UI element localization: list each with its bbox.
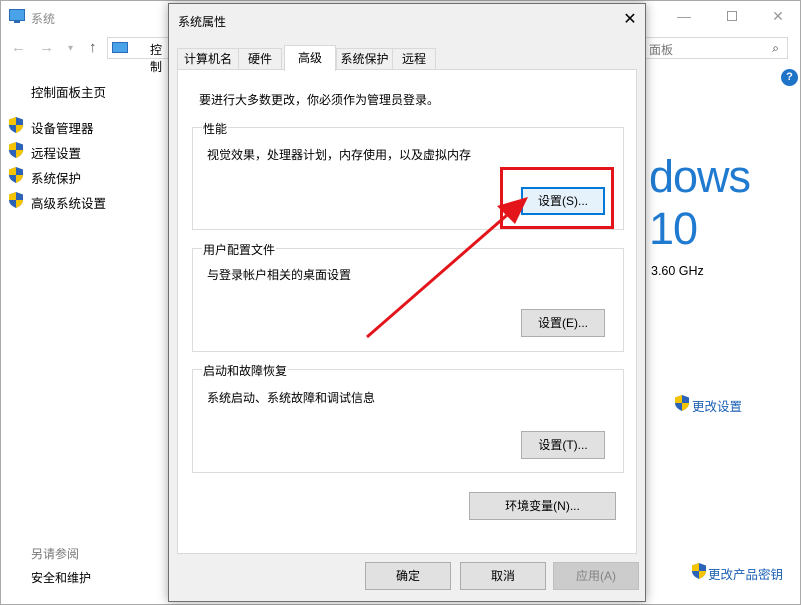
search-placeholder: 面板 <box>649 43 674 57</box>
performance-description: 视觉效果，处理器计划，内存使用，以及虚拟内存 <box>207 148 472 162</box>
search-icon: ⌕ <box>772 41 779 55</box>
uac-shield-icon <box>9 167 23 183</box>
sidebar-item-label: 系统保护 <box>31 172 82 186</box>
admin-notice: 要进行大多数更改，你必须作为管理员登录。 <box>199 93 440 107</box>
startup-recovery-group: 启动和故障恢复 系统启动、系统故障和调试信息 设置(T)... <box>192 362 624 473</box>
back-arrow-icon[interactable]: ← <box>11 39 26 56</box>
startup-recovery-title: 启动和故障恢复 <box>202 362 289 379</box>
advanced-tab-panel: 要进行大多数更改，你必须作为管理员登录。 性能 视觉效果，处理器计划，内存使用，… <box>177 69 637 554</box>
up-arrow-icon[interactable]: ↑ <box>89 39 97 56</box>
tab-advanced[interactable]: 高级 <box>284 45 336 71</box>
uac-shield-icon <box>9 192 23 208</box>
sidebar-item-label: 高级系统设置 <box>31 197 107 211</box>
ok-button[interactable]: 确定 <box>365 562 451 590</box>
uac-shield-icon <box>675 395 689 411</box>
tab-remote[interactable]: 远程 <box>392 48 436 70</box>
performance-title: 性能 <box>202 120 229 137</box>
security-maintenance-link[interactable]: 安全和维护 <box>31 569 91 586</box>
user-profiles-settings-button[interactable]: 设置(E)... <box>521 309 605 337</box>
user-profiles-title: 用户配置文件 <box>202 241 277 258</box>
highlight-box <box>500 167 614 229</box>
maximize-button[interactable] <box>709 1 755 31</box>
see-also-heading: 另请参阅 <box>31 547 80 561</box>
startup-recovery-description: 系统启动、系统故障和调试信息 <box>207 391 376 405</box>
change-product-key-label: 更改产品密钥 <box>708 568 784 582</box>
forward-arrow-icon[interactable]: → <box>39 39 54 56</box>
system-window-title: 系统 <box>31 12 56 26</box>
control-panel-home-link[interactable]: 控制面板主页 <box>31 82 106 101</box>
uac-shield-icon <box>9 117 23 133</box>
close-icon[interactable]: ✕ <box>616 8 644 32</box>
uac-shield-icon <box>9 142 23 158</box>
minimize-button[interactable]: — <box>661 1 707 31</box>
cpu-speed-value: 3.60 GHz <box>651 264 704 278</box>
tab-hardware[interactable]: 硬件 <box>238 48 282 70</box>
change-settings-label: 更改设置 <box>692 400 743 414</box>
help-icon[interactable]: ? <box>781 69 798 86</box>
apply-button[interactable]: 应用(A) <box>553 562 639 590</box>
control-panel-icon <box>112 42 128 53</box>
sidebar-item-label: 远程设置 <box>31 147 82 161</box>
maximize-icon <box>727 11 737 21</box>
cancel-button[interactable]: 取消 <box>460 562 546 590</box>
environment-variables-button[interactable]: 环境变量(N)... <box>469 492 616 520</box>
user-profiles-group: 用户配置文件 与登录帐户相关的桌面设置 设置(E)... <box>192 241 624 352</box>
tab-computer-name[interactable]: 计算机名 <box>177 48 239 70</box>
search-input[interactable]: 面板 ⌕ <box>646 37 788 59</box>
tab-strip: 计算机名 硬件 高级 系统保护 远程 <box>177 45 637 71</box>
tab-system-protection[interactable]: 系统保护 <box>336 48 393 70</box>
uac-shield-icon <box>692 563 706 579</box>
address-bar[interactable]: 控制 <box>107 37 169 74</box>
window-close-button[interactable]: ✕ <box>755 1 801 31</box>
system-properties-dialog: 系统属性 ✕ 计算机名 硬件 高级 系统保护 远程 要进行大多数更改，你必须作为… <box>168 3 646 602</box>
startup-recovery-settings-button[interactable]: 设置(T)... <box>521 431 605 459</box>
computer-icon <box>9 9 25 23</box>
sidebar-item-label: 设备管理器 <box>31 122 94 136</box>
user-profiles-description: 与登录帐户相关的桌面设置 <box>207 268 352 282</box>
address-text: 控制 <box>150 43 163 74</box>
windows-brand-text: dows 10 <box>649 151 751 254</box>
recent-locations-chevron-icon[interactable]: ▾ <box>68 43 73 54</box>
dialog-title: 系统属性 <box>178 15 227 29</box>
